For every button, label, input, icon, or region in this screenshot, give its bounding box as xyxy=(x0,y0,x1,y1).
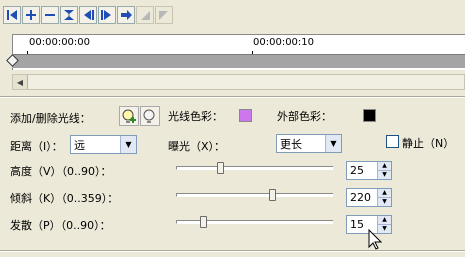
prev-frame-button[interactable] xyxy=(136,6,154,24)
mouse-cursor-icon xyxy=(368,229,382,250)
timeline-mid-time: 00:00:00:10 xyxy=(253,37,315,48)
reverse-button[interactable] xyxy=(60,6,78,24)
height-value[interactable]: 25 xyxy=(347,162,377,179)
prev-keyframe-button[interactable] xyxy=(79,6,97,24)
exposure-dropdown[interactable]: 更长 ▼ xyxy=(276,134,342,153)
distance-dropdown[interactable]: 远 ▼ xyxy=(70,135,137,154)
spin-up-icon[interactable]: ▲ xyxy=(378,216,391,224)
go-end-button[interactable] xyxy=(117,6,135,24)
scroll-left-arrow-icon[interactable]: ◀ xyxy=(13,75,28,89)
height-label: 高度（V）（0..90）： xyxy=(10,165,112,178)
add-keyframe-button[interactable] xyxy=(22,6,40,24)
tilt-spinner[interactable]: 220 ▲ ▼ xyxy=(346,188,392,207)
tilt-value[interactable]: 220 xyxy=(347,189,377,206)
exposure-value: 更长 xyxy=(280,137,302,151)
keyframe-toolbar xyxy=(3,6,174,28)
tilt-slider-thumb[interactable] xyxy=(268,189,276,201)
timeline-scrollbar[interactable]: ◀ xyxy=(12,74,465,90)
chevron-down-icon[interactable]: ▼ xyxy=(325,135,341,152)
height-spinner[interactable]: 25 ▲ ▼ xyxy=(346,161,392,180)
divider xyxy=(0,96,465,98)
still-checkbox[interactable] xyxy=(386,135,399,148)
height-slider-track[interactable] xyxy=(176,166,333,170)
go-start-icon xyxy=(7,10,17,20)
distance-label: 距离（I）： xyxy=(10,140,63,153)
exposure-label: 曝光（X）： xyxy=(168,140,226,153)
height-slider-thumb[interactable] xyxy=(216,162,224,174)
next-frame-icon xyxy=(159,11,168,20)
reverse-icon xyxy=(64,10,74,20)
tilt-slider-track[interactable] xyxy=(176,193,333,197)
light-color-swatch[interactable] xyxy=(239,109,252,122)
still-label: 静止（N） xyxy=(402,137,455,150)
next-keyframe-icon xyxy=(101,10,111,20)
timeline-start-time: 00:00:00:00 xyxy=(29,37,91,48)
next-frame-button[interactable] xyxy=(155,6,173,24)
remove-keyframe-button[interactable] xyxy=(41,6,59,24)
spin-down-icon[interactable]: ▼ xyxy=(378,197,391,206)
distance-value: 远 xyxy=(74,138,85,152)
prev-frame-icon xyxy=(141,11,150,20)
remove-keyframe-icon xyxy=(45,14,55,16)
remove-light-button[interactable] xyxy=(140,106,160,126)
tilt-label: 倾斜（K）（0..359）： xyxy=(10,192,119,205)
spin-up-icon[interactable]: ▲ xyxy=(378,189,391,197)
next-keyframe-button[interactable] xyxy=(98,6,116,24)
remove-light-icon xyxy=(143,109,155,123)
outer-color-swatch[interactable] xyxy=(363,109,376,122)
outer-color-label: 外部色彩： xyxy=(277,110,332,123)
go-end-icon xyxy=(121,10,132,20)
light-color-label: 光线色彩： xyxy=(168,110,223,123)
add-light-button[interactable] xyxy=(119,106,139,126)
chevron-down-icon[interactable]: ▼ xyxy=(120,136,136,153)
add-keyframe-icon xyxy=(26,10,36,20)
spread-slider-thumb[interactable] xyxy=(199,216,207,228)
prev-keyframe-icon xyxy=(84,10,94,20)
go-start-button[interactable] xyxy=(3,6,21,24)
add-remove-light-label: 添加/删除光线： xyxy=(10,112,91,125)
spin-up-icon[interactable]: ▲ xyxy=(378,162,391,170)
spread-label: 发散（P）（0..90）： xyxy=(10,219,111,232)
keyframe-track[interactable] xyxy=(12,54,465,68)
bottom-divider xyxy=(0,250,465,252)
spin-down-icon[interactable]: ▼ xyxy=(378,170,391,179)
add-light-icon xyxy=(122,109,136,123)
